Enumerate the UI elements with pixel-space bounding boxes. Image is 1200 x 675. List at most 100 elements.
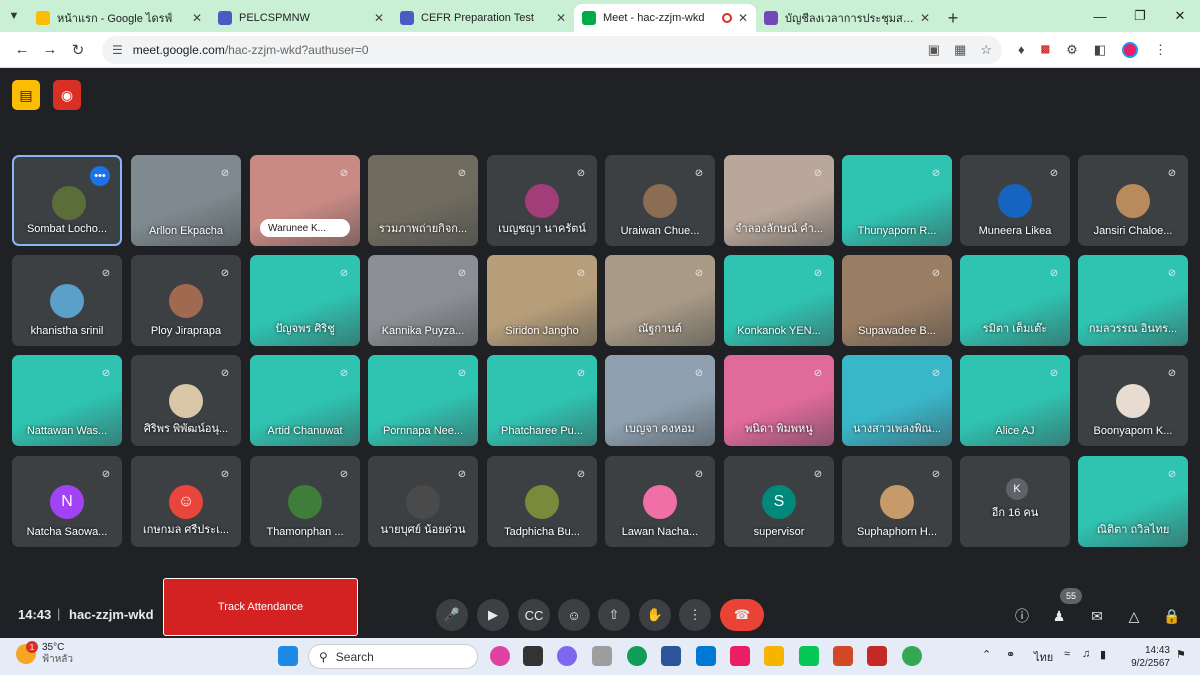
participant-tile[interactable]: Jansiri Chaloe... ⊘ xyxy=(1078,155,1188,246)
participant-tile[interactable]: Thamonphan ... ⊘ xyxy=(250,456,360,547)
participant-tile[interactable]: เบญจา คงหอม ⊘ xyxy=(605,355,715,446)
back-icon[interactable]: ← xyxy=(8,41,36,58)
chat-icon[interactable]: ✉ xyxy=(1087,606,1107,626)
browser-tab[interactable]: บัญชีลงเวลาการประชุมสอบ CEFR ปี ✕ xyxy=(756,4,938,32)
notification-bell-icon[interactable]: ⚑ xyxy=(1176,648,1186,661)
powerpoint-icon[interactable] xyxy=(833,646,853,666)
close-window-icon[interactable]: ✕ xyxy=(1160,8,1200,24)
participant-tile[interactable]: Artid Chanuwat ⊘ xyxy=(250,355,360,446)
tab-close-icon[interactable]: ✕ xyxy=(556,11,566,25)
camera-permission-icon[interactable]: ▣ xyxy=(928,42,940,58)
volume-icon[interactable]: ♫ xyxy=(1082,648,1090,660)
tab-close-icon[interactable]: ✕ xyxy=(738,11,748,25)
participant-tile[interactable]: khanistha srinil ⊘ xyxy=(12,255,122,346)
tab-search-chevron-icon[interactable]: ▼ xyxy=(0,0,28,32)
restore-icon[interactable]: ❐ xyxy=(1120,8,1160,24)
meeting-info-icon[interactable]: ⓘ xyxy=(1012,606,1032,626)
people-icon[interactable]: ♟ xyxy=(1049,606,1069,626)
extension-vpn-icon[interactable]: ▩ xyxy=(1041,44,1050,55)
captions-icon[interactable]: CC xyxy=(518,599,550,631)
battery-icon[interactable]: ▮ xyxy=(1100,648,1106,661)
participant-tile[interactable]: K อีก 16 คน xyxy=(960,456,1070,547)
wifi-icon[interactable]: ≈ xyxy=(1064,648,1070,660)
participant-tile[interactable]: จำลองลักษณ์ คำ... ⊘ xyxy=(724,155,834,246)
browser-tab[interactable]: PELCSPMNW ✕ xyxy=(210,4,392,32)
participant-tile[interactable]: Pornnapa Nee... ⊘ xyxy=(368,355,478,446)
participant-tile[interactable]: นายบุศย์ น้อยด่วน ⊘ xyxy=(368,456,478,547)
tab-close-icon[interactable]: ✕ xyxy=(920,11,930,25)
participant-tile[interactable]: รวมภาพถ่ายกิจก... ⊘ xyxy=(368,155,478,246)
windows-start-icon[interactable] xyxy=(278,646,298,666)
participant-tile[interactable]: Boonyaporn K... ⊘ xyxy=(1078,355,1188,446)
tray-mic-icon[interactable]: ⚭ xyxy=(1006,648,1015,661)
snipping-tool-icon[interactable] xyxy=(730,646,750,666)
url-input[interactable]: ☰ meet.google.com /hac-zzjm-wkd?authuser… xyxy=(102,35,1002,64)
participant-tile[interactable]: ☺ เกษกมล ศรีประเ... ⊘ xyxy=(131,456,241,547)
tab-close-icon[interactable]: ✕ xyxy=(374,11,384,25)
participant-tile[interactable]: N Natcha Saowa... ⊘ xyxy=(12,456,122,547)
tile-more-options-icon[interactable]: ••• xyxy=(90,166,110,186)
participant-tile[interactable]: ณัฐกานต์ ⊘ xyxy=(605,255,715,346)
taskbar-clock[interactable]: 14:43 9/2/2567 xyxy=(1124,644,1170,670)
participant-tile[interactable]: กมลวรรณ อินทร... ⊘ xyxy=(1078,255,1188,346)
app-icon[interactable] xyxy=(592,646,612,666)
participant-tile[interactable]: Phatcharee Pu... ⊘ xyxy=(487,355,597,446)
word-icon[interactable] xyxy=(661,646,681,666)
participant-tile[interactable]: Ssupervisor ⊘ xyxy=(724,456,834,547)
participant-tile[interactable]: ณิติตา ถวิลไทย ⊘ xyxy=(1078,456,1188,547)
chat-app-icon[interactable] xyxy=(557,646,577,666)
participant-tile[interactable]: Suphaphorn H... ⊘ xyxy=(842,456,952,547)
participant-tile[interactable]: Nattawan Was... ⊘ xyxy=(12,355,122,446)
mail-icon[interactable] xyxy=(696,646,716,666)
chrome-icon[interactable] xyxy=(902,646,922,666)
participant-tile[interactable]: Muneera Likea ⊘ xyxy=(960,155,1070,246)
camera-icon[interactable]: ▶ xyxy=(477,599,509,631)
language-indicator[interactable]: ไทย xyxy=(1034,648,1053,666)
participant-tile[interactable]: รมิตา เต็มเต๊ะ ⊘ xyxy=(960,255,1070,346)
more-options-icon[interactable]: ⋮ xyxy=(679,599,711,631)
acrobat-icon[interactable] xyxy=(867,646,887,666)
track-attendance-button[interactable]: Track Attendance xyxy=(163,578,358,636)
participant-tile[interactable]: Alice AJ ⊘ xyxy=(960,355,1070,446)
present-screen-icon[interactable]: ⇧ xyxy=(598,599,630,631)
profile-avatar[interactable] xyxy=(1122,41,1139,58)
browser-tab[interactable]: CEFR Preparation Test ✕ xyxy=(392,4,574,32)
reload-icon[interactable]: ↻ xyxy=(64,41,92,59)
participant-tile[interactable]: Thunyaporn R... ⊘ xyxy=(842,155,952,246)
participant-tile[interactable]: Tadphicha Bu... ⊘ xyxy=(487,456,597,547)
recording-icon[interactable]: ◉ xyxy=(53,80,81,110)
extension-icon[interactable]: ♦ xyxy=(1018,42,1025,57)
extensions-puzzle-icon[interactable]: ⚙ xyxy=(1066,42,1078,58)
new-tab-button[interactable]: + xyxy=(938,4,968,32)
participant-tile[interactable]: Arllon Ekpacha ⊘ xyxy=(131,155,241,246)
participant-tile[interactable]: Ploy Jiraprapa ⊘ xyxy=(131,255,241,346)
participant-tile[interactable]: นางสาวเพลงพิณ... ⊘ xyxy=(842,355,952,446)
browser-tab[interactable]: หน้าแรก - Google ไดรฟ์ ✕ xyxy=(28,4,210,32)
edge-icon[interactable] xyxy=(627,646,647,666)
copilot-icon[interactable] xyxy=(490,646,510,666)
captions-off-icon[interactable]: ▤ xyxy=(12,80,40,110)
minimize-icon[interactable]: — xyxy=(1080,9,1120,24)
tray-chevron-icon[interactable]: ⌃ xyxy=(982,648,991,661)
participant-tile[interactable]: ปัญจพร ศิริชู ⊘ xyxy=(250,255,360,346)
site-settings-icon[interactable]: ☰ xyxy=(112,43,123,57)
leave-call-button[interactable]: ☎ xyxy=(720,599,764,631)
participant-tile[interactable]: เบญชญา นาครัตน์ ⊘ xyxy=(487,155,597,246)
participant-tile[interactable]: Lawan Nacha... ⊘ xyxy=(605,456,715,547)
bookmark-star-icon[interactable]: ☆ xyxy=(980,42,992,58)
task-view-icon[interactable] xyxy=(523,646,543,666)
participant-tile[interactable]: Uraiwan Chue... ⊘ xyxy=(605,155,715,246)
participant-tile[interactable]: Kannika Puyza... ⊘ xyxy=(368,255,478,346)
raise-hand-icon[interactable]: ✋ xyxy=(639,599,671,631)
microphone-icon[interactable]: 🎤 xyxy=(436,599,468,631)
line-icon[interactable] xyxy=(799,646,819,666)
activities-icon[interactable]: △ xyxy=(1124,606,1144,626)
weather-widget[interactable]: 1 35°C ฟ้าหลัว xyxy=(16,641,73,666)
browser-menu-icon[interactable]: ⋮ xyxy=(1154,42,1167,58)
participant-tile[interactable]: พนิดา พิมพหนู ⊘ xyxy=(724,355,834,446)
participant-tile[interactable]: ศิริพร พิพัฒน์อนุ... ⊘ xyxy=(131,355,241,446)
emoji-reaction-icon[interactable]: ☺ xyxy=(558,599,590,631)
forward-icon[interactable]: → xyxy=(36,41,64,58)
participant-tile[interactable]: Sombat Locho... ••• xyxy=(12,155,122,246)
host-controls-icon[interactable]: 🔒 xyxy=(1162,606,1182,626)
